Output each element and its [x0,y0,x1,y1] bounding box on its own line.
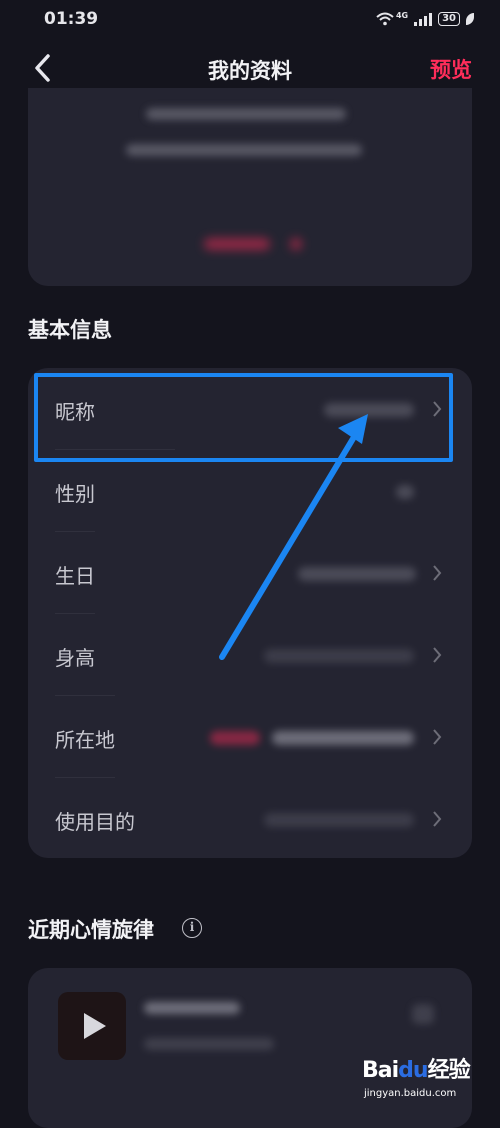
status-icons: 4G 30 [376,10,474,26]
chevron-right-icon [433,647,442,663]
blurred-song-title [144,1002,240,1014]
row-label: 所在地 [55,728,115,752]
location-tag [210,731,260,745]
blurred-text-line [146,108,346,120]
page-title: 我的资料 [208,59,292,83]
location-value [272,731,414,745]
wifi-icon [376,12,394,26]
blurred-song-subtitle [144,1038,274,1050]
chevron-left-icon[interactable] [30,52,56,84]
row-label: 性别 [55,482,95,506]
row-label: 身高 [55,646,95,670]
baidu-jingyan-watermark: Baidu经验 jingyan.baidu.com [362,1052,482,1106]
chevron-right-icon [433,811,442,827]
location-row[interactable]: 所在地 [28,696,472,778]
blurred-action-link[interactable] [204,238,270,250]
watermark-url: jingyan.baidu.com [364,1088,457,1099]
network-type: 4G [395,10,409,20]
status-bar: 01:39 4G 30 [0,0,500,38]
signal-icon [414,12,433,26]
purpose-value [264,813,414,827]
birthday-value [298,567,416,581]
status-time: 01:39 [44,9,99,29]
watermark-logo: Baidu经验 [362,1058,471,1083]
mood-melody-title: 近期心情旋律 [28,918,154,942]
battery-icon: 30 [438,12,460,26]
play-icon [84,1013,106,1039]
blurred-action-icon[interactable] [412,1004,434,1024]
chevron-right-icon [433,565,442,581]
purpose-row[interactable]: 使用目的 [28,778,472,860]
preview-button[interactable]: 预览 [430,54,472,84]
album-cover[interactable] [58,992,126,1060]
blurred-action-chevron [290,238,302,250]
birthday-row[interactable]: 生日 [28,532,472,614]
height-value [264,649,414,663]
gender-value [396,485,414,499]
height-row[interactable]: 身高 [28,614,472,696]
eco-leaf-icon [466,13,474,25]
annotation-highlight-box [34,373,453,462]
blurred-text-line [126,144,362,156]
info-icon[interactable]: i [182,918,202,938]
row-label: 使用目的 [55,810,135,834]
profile-summary-card [28,88,472,286]
row-label: 生日 [55,564,95,588]
gender-row[interactable]: 性别 [28,450,472,532]
battery-level: 30 [442,13,456,24]
basic-info-title: 基本信息 [28,318,112,342]
chevron-right-icon [433,729,442,745]
